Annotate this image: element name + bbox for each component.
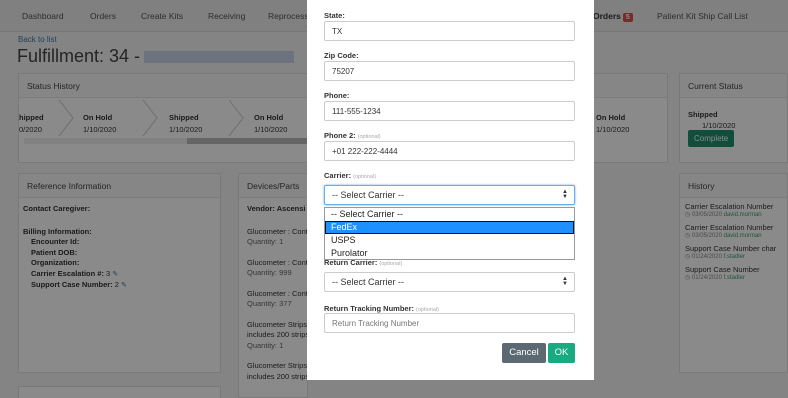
address-modal: State: TX Zip Code: 75207 Phone: 111-555… <box>307 0 594 380</box>
carrier-select-value: -- Select Carrier -- <box>332 190 405 200</box>
return-carrier-select[interactable]: -- Select Carrier -- ▲ ▼ <box>324 272 575 292</box>
carrier-option[interactable]: -- Select Carrier -- <box>325 208 574 221</box>
carrier-option[interactable]: USPS <box>325 234 574 247</box>
return-tracking-label-text: Return Tracking Number: <box>324 304 415 313</box>
cancel-button[interactable]: Cancel <box>502 343 546 363</box>
phone-input[interactable]: 111-555-1234 <box>324 101 575 121</box>
carrier-select[interactable]: -- Select Carrier -- ▲ ▼ <box>324 185 575 205</box>
phone-label: Phone: <box>324 91 350 100</box>
return-carrier-label-text: Return Carrier: <box>324 258 378 267</box>
phone2-label-text: Phone 2: <box>324 131 356 140</box>
carrier-option-highlighted[interactable]: FedEx <box>325 221 574 234</box>
return-carrier-label: Return Carrier: (optional) <box>324 258 402 267</box>
carrier-dropdown-list: -- Select Carrier -- FedEx USPS Purolato… <box>324 207 575 260</box>
zip-input[interactable]: 75207 <box>324 61 575 81</box>
carrier-label-text: Carrier: <box>324 171 352 180</box>
state-label: State: <box>324 11 345 20</box>
zip-label: Zip Code: <box>324 51 359 60</box>
return-carrier-optional: (optional) <box>379 261 403 267</box>
carrier-label: Carrier: (optional) <box>324 171 376 180</box>
phone2-label: Phone 2: (optional) <box>324 131 381 140</box>
phone2-input[interactable]: +01 222-222-4444 <box>324 141 575 161</box>
select-arrows-icon: ▲ ▼ <box>562 276 568 287</box>
return-carrier-select-value: -- Select Carrier -- <box>332 277 405 287</box>
phone2-optional: (optional) <box>357 134 381 140</box>
return-tracking-label: Return Tracking Number: (optional) <box>324 304 439 313</box>
ok-button[interactable]: OK <box>548 343 575 363</box>
select-arrows-icon: ▲ ▼ <box>562 189 568 200</box>
carrier-optional: (optional) <box>353 174 377 180</box>
return-tracking-input[interactable]: Return Tracking Number <box>324 313 575 333</box>
state-input[interactable]: TX <box>324 21 575 41</box>
